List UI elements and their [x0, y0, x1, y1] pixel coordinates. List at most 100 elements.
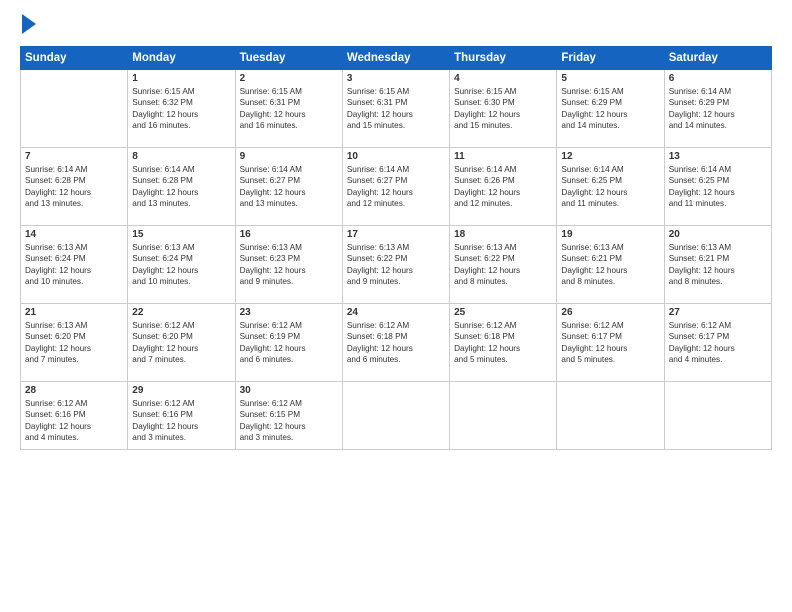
day-info: Sunrise: 6:13 AM Sunset: 6:23 PM Dayligh… [240, 242, 338, 288]
day-info: Sunrise: 6:12 AM Sunset: 6:15 PM Dayligh… [240, 398, 338, 444]
day-info: Sunrise: 6:12 AM Sunset: 6:19 PM Dayligh… [240, 320, 338, 366]
weekday-header-wednesday: Wednesday [342, 47, 449, 70]
day-info: Sunrise: 6:13 AM Sunset: 6:24 PM Dayligh… [132, 242, 230, 288]
day-info: Sunrise: 6:14 AM Sunset: 6:28 PM Dayligh… [132, 164, 230, 210]
day-number: 12 [561, 151, 659, 162]
week-row-4: 21 Sunrise: 6:13 AM Sunset: 6:20 PM Dayli… [21, 304, 772, 382]
day-info: Sunrise: 6:13 AM Sunset: 6:20 PM Dayligh… [25, 320, 123, 366]
day-number: 25 [454, 307, 552, 318]
day-cell: 21 Sunrise: 6:13 AM Sunset: 6:20 PM Dayli… [21, 304, 128, 382]
day-cell: 15 Sunrise: 6:13 AM Sunset: 6:24 PM Dayli… [128, 226, 235, 304]
weekday-header-monday: Monday [128, 47, 235, 70]
day-info: Sunrise: 6:14 AM Sunset: 6:27 PM Dayligh… [347, 164, 445, 210]
day-cell: 3 Sunrise: 6:15 AM Sunset: 6:31 PM Daylig… [342, 70, 449, 148]
day-info: Sunrise: 6:12 AM Sunset: 6:16 PM Dayligh… [132, 398, 230, 444]
day-cell [664, 382, 771, 450]
day-info: Sunrise: 6:12 AM Sunset: 6:20 PM Dayligh… [132, 320, 230, 366]
day-number: 6 [669, 73, 767, 84]
day-number: 15 [132, 229, 230, 240]
day-info: Sunrise: 6:13 AM Sunset: 6:21 PM Dayligh… [669, 242, 767, 288]
day-cell: 1 Sunrise: 6:15 AM Sunset: 6:32 PM Daylig… [128, 70, 235, 148]
day-cell: 20 Sunrise: 6:13 AM Sunset: 6:21 PM Dayli… [664, 226, 771, 304]
day-number: 22 [132, 307, 230, 318]
day-info: Sunrise: 6:14 AM Sunset: 6:25 PM Dayligh… [669, 164, 767, 210]
day-number: 21 [25, 307, 123, 318]
day-info: Sunrise: 6:13 AM Sunset: 6:22 PM Dayligh… [454, 242, 552, 288]
day-info: Sunrise: 6:12 AM Sunset: 6:18 PM Dayligh… [347, 320, 445, 366]
day-number: 19 [561, 229, 659, 240]
day-info: Sunrise: 6:13 AM Sunset: 6:21 PM Dayligh… [561, 242, 659, 288]
day-cell: 26 Sunrise: 6:12 AM Sunset: 6:17 PM Dayli… [557, 304, 664, 382]
day-number: 3 [347, 73, 445, 84]
day-cell: 7 Sunrise: 6:14 AM Sunset: 6:28 PM Daylig… [21, 148, 128, 226]
day-cell: 24 Sunrise: 6:12 AM Sunset: 6:18 PM Dayli… [342, 304, 449, 382]
day-cell: 18Sunrise: 6:13 AM Sunset: 6:22 PM Dayli… [450, 226, 557, 304]
day-cell: 12Sunrise: 6:14 AM Sunset: 6:25 PM Dayli… [557, 148, 664, 226]
logo-icon [22, 14, 36, 38]
day-cell: 25 Sunrise: 6:12 AM Sunset: 6:18 PM Dayli… [450, 304, 557, 382]
day-number: 7 [25, 151, 123, 162]
day-info: Sunrise: 6:13 AM Sunset: 6:24 PM Dayligh… [25, 242, 123, 288]
day-cell: 6Sunrise: 6:14 AM Sunset: 6:29 PM Daylig… [664, 70, 771, 148]
day-number: 2 [240, 73, 338, 84]
day-number: 4 [454, 73, 552, 84]
day-cell: 14 Sunrise: 6:13 AM Sunset: 6:24 PM Dayli… [21, 226, 128, 304]
day-cell: 4Sunrise: 6:15 AM Sunset: 6:30 PM Daylig… [450, 70, 557, 148]
day-number: 17 [347, 229, 445, 240]
weekday-header-thursday: Thursday [450, 47, 557, 70]
day-number: 11 [454, 151, 552, 162]
calendar-page: SundayMondayTuesdayWednesdayThursdayFrid… [0, 0, 792, 612]
day-number: 29 [132, 385, 230, 396]
day-cell: 11 Sunrise: 6:14 AM Sunset: 6:26 PM Dayli… [450, 148, 557, 226]
day-number: 1 [132, 73, 230, 84]
day-cell: 10Sunrise: 6:14 AM Sunset: 6:27 PM Dayli… [342, 148, 449, 226]
day-info: Sunrise: 6:15 AM Sunset: 6:31 PM Dayligh… [240, 86, 338, 132]
day-cell: 5 Sunrise: 6:15 AM Sunset: 6:29 PM Daylig… [557, 70, 664, 148]
day-info: Sunrise: 6:15 AM Sunset: 6:31 PM Dayligh… [347, 86, 445, 132]
day-number: 27 [669, 307, 767, 318]
day-info: Sunrise: 6:12 AM Sunset: 6:17 PM Dayligh… [561, 320, 659, 366]
day-cell [450, 382, 557, 450]
day-number: 9 [240, 151, 338, 162]
day-number: 8 [132, 151, 230, 162]
day-cell: 30 Sunrise: 6:12 AM Sunset: 6:15 PM Dayli… [235, 382, 342, 450]
logo [20, 16, 36, 38]
day-number: 5 [561, 73, 659, 84]
header [20, 16, 772, 38]
day-cell: 23 Sunrise: 6:12 AM Sunset: 6:19 PM Dayli… [235, 304, 342, 382]
day-info: Sunrise: 6:12 AM Sunset: 6:18 PM Dayligh… [454, 320, 552, 366]
week-row-3: 14 Sunrise: 6:13 AM Sunset: 6:24 PM Dayli… [21, 226, 772, 304]
day-info: Sunrise: 6:14 AM Sunset: 6:26 PM Dayligh… [454, 164, 552, 210]
day-cell: 17 Sunrise: 6:13 AM Sunset: 6:22 PM Dayli… [342, 226, 449, 304]
day-cell: 22 Sunrise: 6:12 AM Sunset: 6:20 PM Dayli… [128, 304, 235, 382]
day-info: Sunrise: 6:14 AM Sunset: 6:28 PM Dayligh… [25, 164, 123, 210]
day-cell: 19 Sunrise: 6:13 AM Sunset: 6:21 PM Dayli… [557, 226, 664, 304]
day-info: Sunrise: 6:13 AM Sunset: 6:22 PM Dayligh… [347, 242, 445, 288]
day-cell [557, 382, 664, 450]
day-number: 24 [347, 307, 445, 318]
day-number: 30 [240, 385, 338, 396]
day-number: 23 [240, 307, 338, 318]
day-cell: 28Sunrise: 6:12 AM Sunset: 6:16 PM Dayli… [21, 382, 128, 450]
day-number: 20 [669, 229, 767, 240]
day-number: 16 [240, 229, 338, 240]
weekday-header-sunday: Sunday [21, 47, 128, 70]
day-cell: 29 Sunrise: 6:12 AM Sunset: 6:16 PM Dayli… [128, 382, 235, 450]
weekday-header-row: SundayMondayTuesdayWednesdayThursdayFrid… [21, 47, 772, 70]
day-info: Sunrise: 6:12 AM Sunset: 6:17 PM Dayligh… [669, 320, 767, 366]
day-cell [21, 70, 128, 148]
calendar-table: SundayMondayTuesdayWednesdayThursdayFrid… [20, 46, 772, 450]
day-number: 26 [561, 307, 659, 318]
day-cell [342, 382, 449, 450]
day-info: Sunrise: 6:15 AM Sunset: 6:29 PM Dayligh… [561, 86, 659, 132]
day-cell: 9 Sunrise: 6:14 AM Sunset: 6:27 PM Daylig… [235, 148, 342, 226]
week-row-1: 1 Sunrise: 6:15 AM Sunset: 6:32 PM Daylig… [21, 70, 772, 148]
day-cell: 13Sunrise: 6:14 AM Sunset: 6:25 PM Dayli… [664, 148, 771, 226]
day-number: 14 [25, 229, 123, 240]
day-info: Sunrise: 6:15 AM Sunset: 6:32 PM Dayligh… [132, 86, 230, 132]
week-row-5: 28 Sunrise: 6:12 AM Sunset: 6:16 PM Dayli… [21, 382, 772, 450]
weekday-header-tuesday: Tuesday [235, 47, 342, 70]
weekday-header-saturday: Saturday [664, 47, 771, 70]
day-number: 28 [25, 385, 123, 396]
day-info: Sunrise: 6:14 AM Sunset: 6:27 PM Dayligh… [240, 164, 338, 210]
